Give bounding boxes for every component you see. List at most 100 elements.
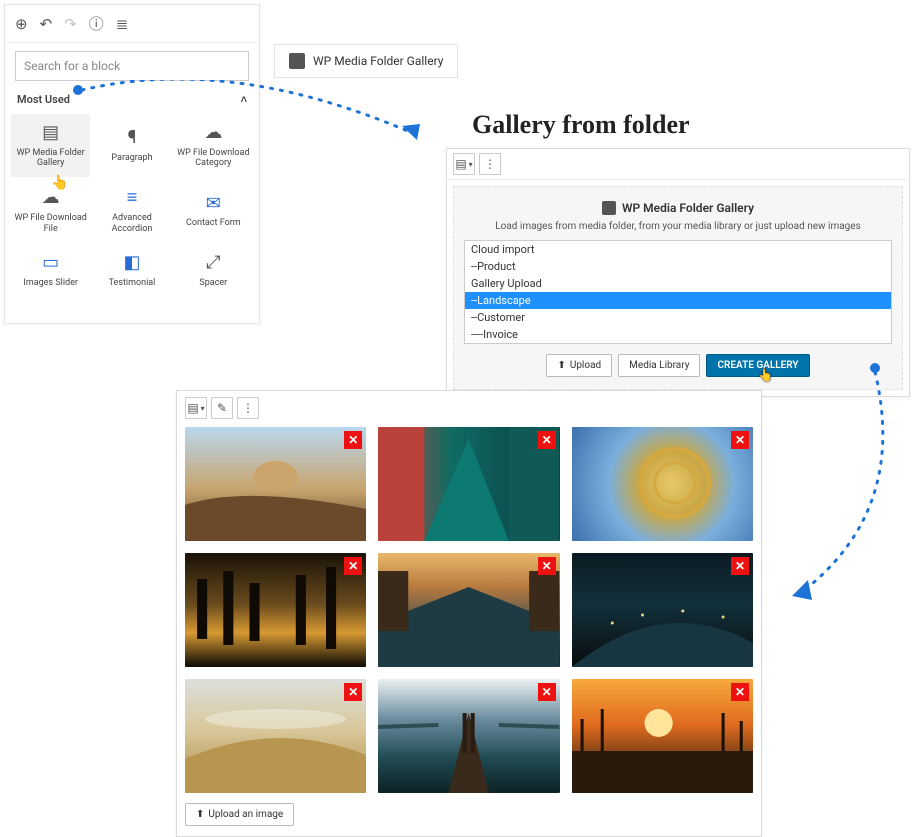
block-grid: ▤ WP Media Folder Gallery ¶ Paragraph ☁ … — [5, 110, 259, 301]
panel-subtitle-label: WP Media Folder Gallery — [622, 201, 754, 215]
block-item-spacer[interactable]: ⤢ Spacer — [174, 244, 253, 296]
cloud-download-icon: ☁ — [204, 122, 222, 144]
cursor-pointer-icon: 👆 — [758, 368, 773, 382]
gallery-image[interactable]: ✕ — [378, 427, 559, 541]
inserter-section-header[interactable]: Most Used ˄ — [5, 89, 259, 110]
media-library-button[interactable]: Media Library — [618, 354, 700, 377]
helper-text: Load images from media folder, from your… — [464, 221, 892, 232]
gallery-image[interactable]: ✕ — [572, 553, 753, 667]
user-icon: ◧ — [123, 252, 140, 274]
chevron-down-icon: ▾ — [201, 404, 205, 413]
outline-icon[interactable]: ≣ — [116, 15, 129, 33]
gallery-image[interactable]: ✕ — [185, 427, 366, 541]
redo-icon[interactable]: ↷ — [64, 15, 77, 33]
block-search-input[interactable]: Search for a block — [15, 51, 249, 81]
folder-option[interactable]: --Product — [465, 258, 891, 275]
gallery-icon: ▤ — [455, 157, 466, 171]
upload-image-button[interactable]: ⬆ Upload an image — [185, 803, 294, 826]
spacer-icon: ⤢ — [206, 252, 220, 274]
add-block-icon[interactable]: ⊕ — [15, 15, 28, 33]
slider-icon: ▭ — [42, 252, 59, 274]
upload-icon: ⬆ — [196, 809, 204, 820]
block-inserter-panel: ⊕ ↶ ↷ ⓘ ≣ Search for a block Most Used ˄… — [4, 4, 260, 324]
edit-button[interactable]: ✎ — [211, 397, 233, 419]
block-item-images-slider[interactable]: ▭ Images Slider — [11, 244, 90, 296]
info-icon[interactable]: ⓘ — [89, 13, 104, 34]
block-item-label: WP File Download File — [13, 213, 88, 235]
gallery-image[interactable]: ✕ — [378, 679, 559, 793]
more-options-button[interactable]: ⋮ — [237, 397, 259, 419]
gallery-icon: ▤ — [187, 401, 198, 415]
delete-image-button[interactable]: ✕ — [344, 683, 362, 701]
gallery-output-panel: ▤▾ ✎ ⋮ ✕ ✕ ✕ ✕ ✕ ✕ ✕ — [176, 390, 762, 837]
gallery-image[interactable]: ✕ — [185, 553, 366, 667]
gallery-image[interactable]: ✕ — [572, 427, 753, 541]
delete-image-button[interactable]: ✕ — [344, 557, 362, 575]
block-item-label: Paragraph — [111, 153, 152, 164]
kebab-icon: ⋮ — [484, 157, 496, 171]
delete-image-button[interactable]: ✕ — [344, 431, 362, 449]
block-item-paragraph[interactable]: ¶ Paragraph — [92, 114, 171, 177]
block-item-label: Advanced Accordion — [94, 213, 169, 235]
block-item-label: WP File Download Category — [176, 148, 251, 170]
block-item-wp-media-folder-gallery[interactable]: ▤ WP Media Folder Gallery — [11, 114, 90, 177]
chevron-down-icon: ▾ — [469, 160, 473, 169]
cursor-pointer-icon: 👆 — [51, 175, 68, 191]
button-label: Media Library — [629, 360, 689, 371]
delete-image-button[interactable]: ✕ — [731, 431, 749, 449]
folder-select-list[interactable]: Cloud import --Product Gallery Upload --… — [464, 240, 892, 344]
kebab-icon: ⋮ — [242, 401, 254, 415]
upload-button[interactable]: ⬆ Upload — [546, 354, 612, 377]
chevron-up-icon: ˄ — [241, 93, 247, 106]
gallery-image[interactable]: ✕ — [378, 553, 559, 667]
block-item-advanced-accordion[interactable]: ≡ Advanced Accordion — [92, 179, 171, 242]
button-label: Upload — [570, 360, 601, 371]
flow-arrow-2 — [780, 360, 910, 620]
delete-image-button[interactable]: ✕ — [538, 557, 556, 575]
pencil-icon: ✎ — [217, 401, 227, 415]
selected-block-label: WP Media Folder Gallery — [313, 54, 443, 68]
delete-image-button[interactable]: ✕ — [538, 683, 556, 701]
panel-subtitle: WP Media Folder Gallery — [464, 201, 892, 215]
gallery-icon — [289, 53, 305, 69]
selected-block-chip[interactable]: WP Media Folder Gallery — [274, 44, 458, 78]
block-toolbar: ▤▾ ⋮ — [447, 149, 909, 180]
gallery-from-folder-panel: ▤▾ ⋮ WP Media Folder Gallery Load images… — [446, 148, 910, 397]
gallery-setup-body: WP Media Folder Gallery Load images from… — [453, 186, 903, 390]
gallery-image[interactable]: ✕ — [185, 679, 366, 793]
block-item-contact-form[interactable]: ✉ Contact Form — [174, 179, 253, 242]
gallery-image[interactable]: ✕ — [572, 679, 753, 793]
editor-toolbar: ⊕ ↶ ↷ ⓘ ≣ — [5, 5, 259, 43]
undo-icon[interactable]: ↶ — [40, 15, 53, 33]
block-item-label: Contact Form — [186, 218, 241, 229]
more-options-button[interactable]: ⋮ — [479, 153, 501, 175]
block-type-button[interactable]: ▤▾ — [453, 153, 475, 175]
mail-icon: ✉ — [206, 193, 221, 215]
create-gallery-button[interactable]: CREATE GALLERY👆 — [706, 354, 809, 377]
folder-option-selected[interactable]: --Landscape — [465, 292, 891, 309]
block-item-wp-file-download-category[interactable]: ☁ WP File Download Category — [174, 114, 253, 177]
block-item-label: Testimonial — [109, 278, 156, 289]
section-label: Most Used — [17, 93, 70, 106]
list-icon: ≡ — [127, 187, 138, 209]
folder-option[interactable]: Gallery Upload — [465, 275, 891, 292]
delete-image-button[interactable]: ✕ — [538, 431, 556, 449]
folder-option[interactable]: ----Invoice — [465, 326, 891, 343]
block-search-placeholder: Search for a block — [24, 59, 120, 73]
folder-option[interactable]: Cloud import — [465, 241, 891, 258]
delete-image-button[interactable]: ✕ — [731, 557, 749, 575]
folder-option[interactable]: --Customer — [465, 309, 891, 326]
gallery-actions: ⬆ Upload Media Library CREATE GALLERY👆 — [464, 354, 892, 377]
gallery-icon — [602, 201, 616, 215]
button-label: Upload an image — [208, 809, 283, 820]
block-type-button[interactable]: ▤▾ — [185, 397, 207, 419]
block-item-testimonial[interactable]: ◧ Testimonial — [92, 244, 171, 296]
page-title: Gallery from folder — [472, 110, 690, 140]
block-item-label: Spacer — [199, 278, 227, 289]
gallery-grid: ✕ ✕ ✕ ✕ ✕ ✕ ✕ ✕ — [185, 427, 753, 793]
delete-image-button[interactable]: ✕ — [731, 683, 749, 701]
block-item-label: WP Media Folder Gallery — [13, 148, 88, 170]
block-item-label: Images Slider — [23, 278, 78, 289]
gallery-icon: ▤ — [42, 122, 59, 144]
upload-icon: ⬆ — [557, 360, 565, 371]
